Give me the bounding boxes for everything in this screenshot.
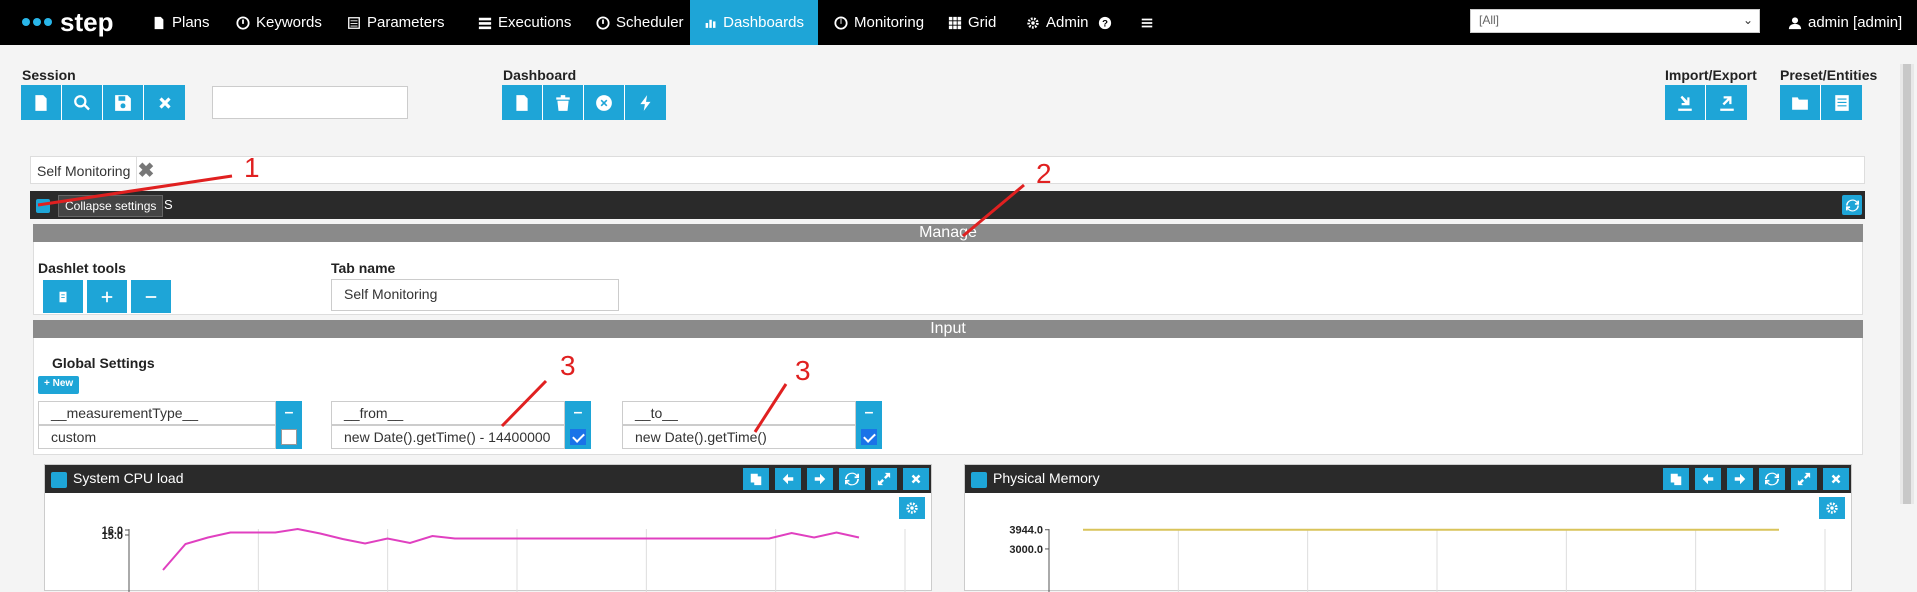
annotation-arrow — [37, 174, 233, 207]
annotation-overlay — [37, 174, 1025, 433]
annotation-arrow — [962, 183, 1025, 238]
annotation-label: 1 — [244, 152, 260, 183]
annotation-arrow — [500, 379, 548, 428]
annotation-label: 3 — [560, 350, 576, 381]
annotation-label: 2 — [1036, 158, 1052, 189]
annotation-label: 3 — [795, 355, 811, 386]
annotation-arrow — [753, 383, 788, 433]
